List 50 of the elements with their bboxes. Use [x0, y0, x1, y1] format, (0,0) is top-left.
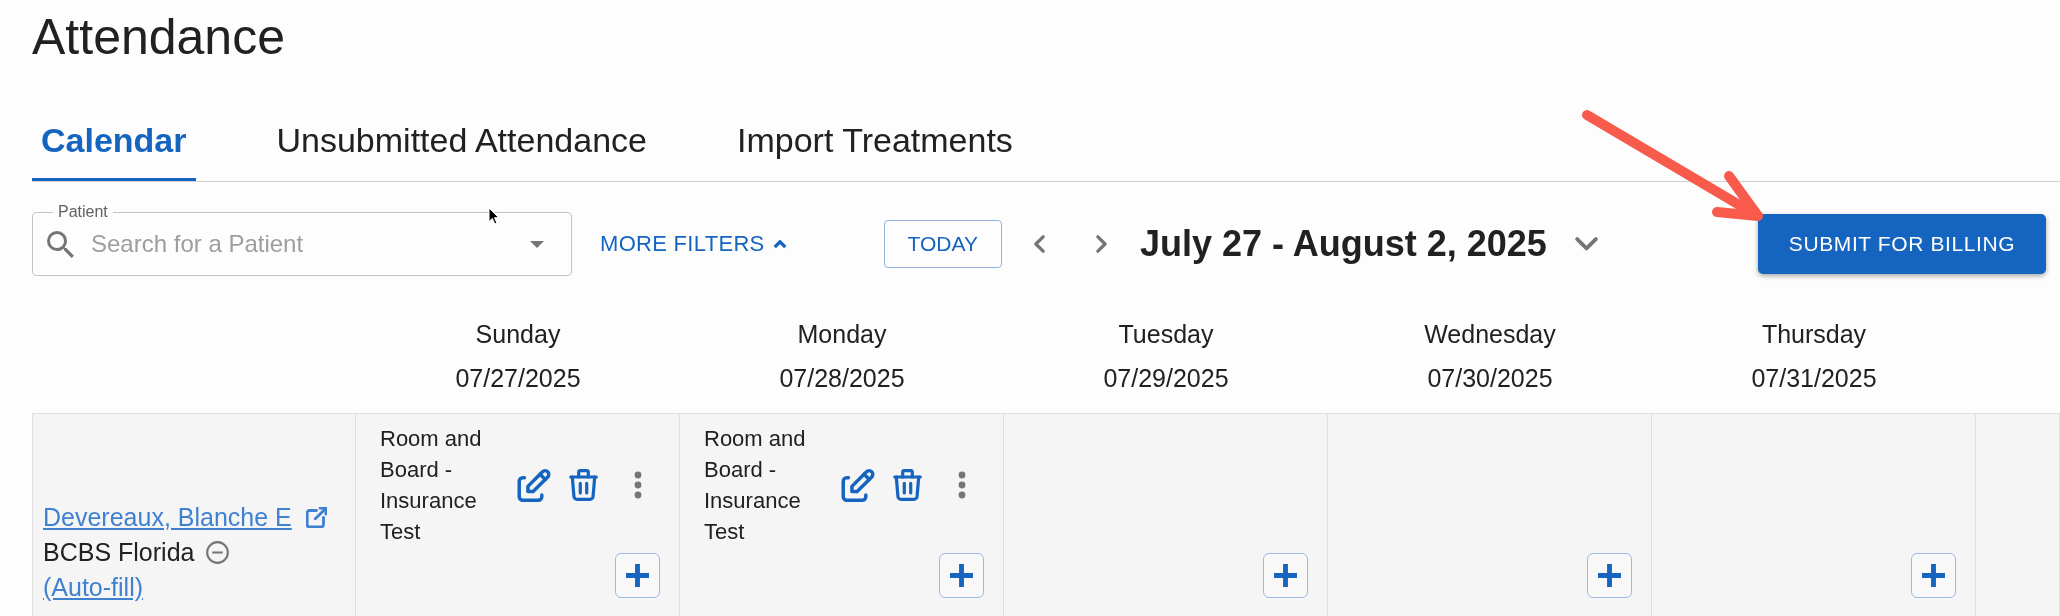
add-button[interactable] [615, 553, 660, 598]
payer-name: BCBS Florida [43, 538, 195, 567]
plus-icon [624, 562, 651, 589]
plus-icon [1920, 562, 1947, 589]
dropdown-arrow-icon[interactable] [530, 240, 544, 248]
submit-button[interactable]: SUBMIT FOR BILLING [1758, 214, 2046, 274]
trash-icon[interactable] [569, 469, 598, 501]
day-date: 07/27/2025 [455, 363, 581, 394]
day-name: Monday [797, 319, 887, 350]
day-date: 07/28/2025 [779, 363, 905, 394]
tab[interactable]: Import Treatments [727, 120, 1022, 181]
trash-icon[interactable] [893, 469, 922, 501]
today-button[interactable]: TODAY [883, 220, 1002, 268]
day-date: 07/29/2025 [1103, 363, 1229, 394]
plus-icon [1596, 562, 1623, 589]
more-filters-button[interactable]: MORE FILTERS [592, 223, 795, 265]
mouse-pointer-icon [488, 207, 500, 225]
search-input[interactable]: Search for a Patient [91, 229, 518, 259]
add-button[interactable] [1587, 553, 1632, 598]
edit-icon[interactable] [516, 468, 552, 502]
day-name: Sunday [475, 319, 561, 350]
chevron-left-icon[interactable] [1031, 235, 1047, 253]
search-icon [47, 230, 74, 258]
day-name: Tuesday [1118, 319, 1214, 350]
external-link-icon[interactable] [305, 507, 327, 528]
patient-name-link[interactable]: Devereaux, Blanche E [43, 503, 292, 532]
add-button[interactable] [939, 553, 984, 598]
tab[interactable]: Unsubmitted Attendance [267, 120, 656, 181]
tab[interactable]: Calendar [32, 120, 196, 181]
entry-title: Room and Board - Insurance Test [704, 425, 807, 546]
edit-icon[interactable] [840, 468, 876, 502]
chevron-right-icon[interactable] [1093, 235, 1109, 253]
patient-select[interactable]: Patient Search for a Patient [32, 203, 572, 276]
field-label: Patient [57, 203, 109, 221]
more-options-icon[interactable] [634, 471, 642, 499]
plus-icon [1272, 562, 1299, 589]
date-range: July 27 - August 2, 2025 [1139, 223, 1547, 265]
auto-fill-link[interactable]: (Auto-fill) [43, 573, 143, 602]
more-options-icon[interactable] [958, 471, 966, 499]
minus-circle-icon[interactable] [206, 541, 230, 564]
entry-title: Room and Board - Insurance Test [380, 425, 483, 546]
add-button[interactable] [1911, 553, 1956, 598]
page-title: Attendance [32, 8, 285, 66]
day-date: 07/30/2025 [1427, 363, 1553, 394]
add-button[interactable] [1263, 553, 1308, 598]
plus-icon [948, 562, 975, 589]
day-name: Thursday [1761, 319, 1867, 350]
day-name: Wednesday [1424, 319, 1556, 350]
day-date: 07/31/2025 [1751, 363, 1877, 394]
chevron-down-icon[interactable] [1574, 237, 1598, 251]
